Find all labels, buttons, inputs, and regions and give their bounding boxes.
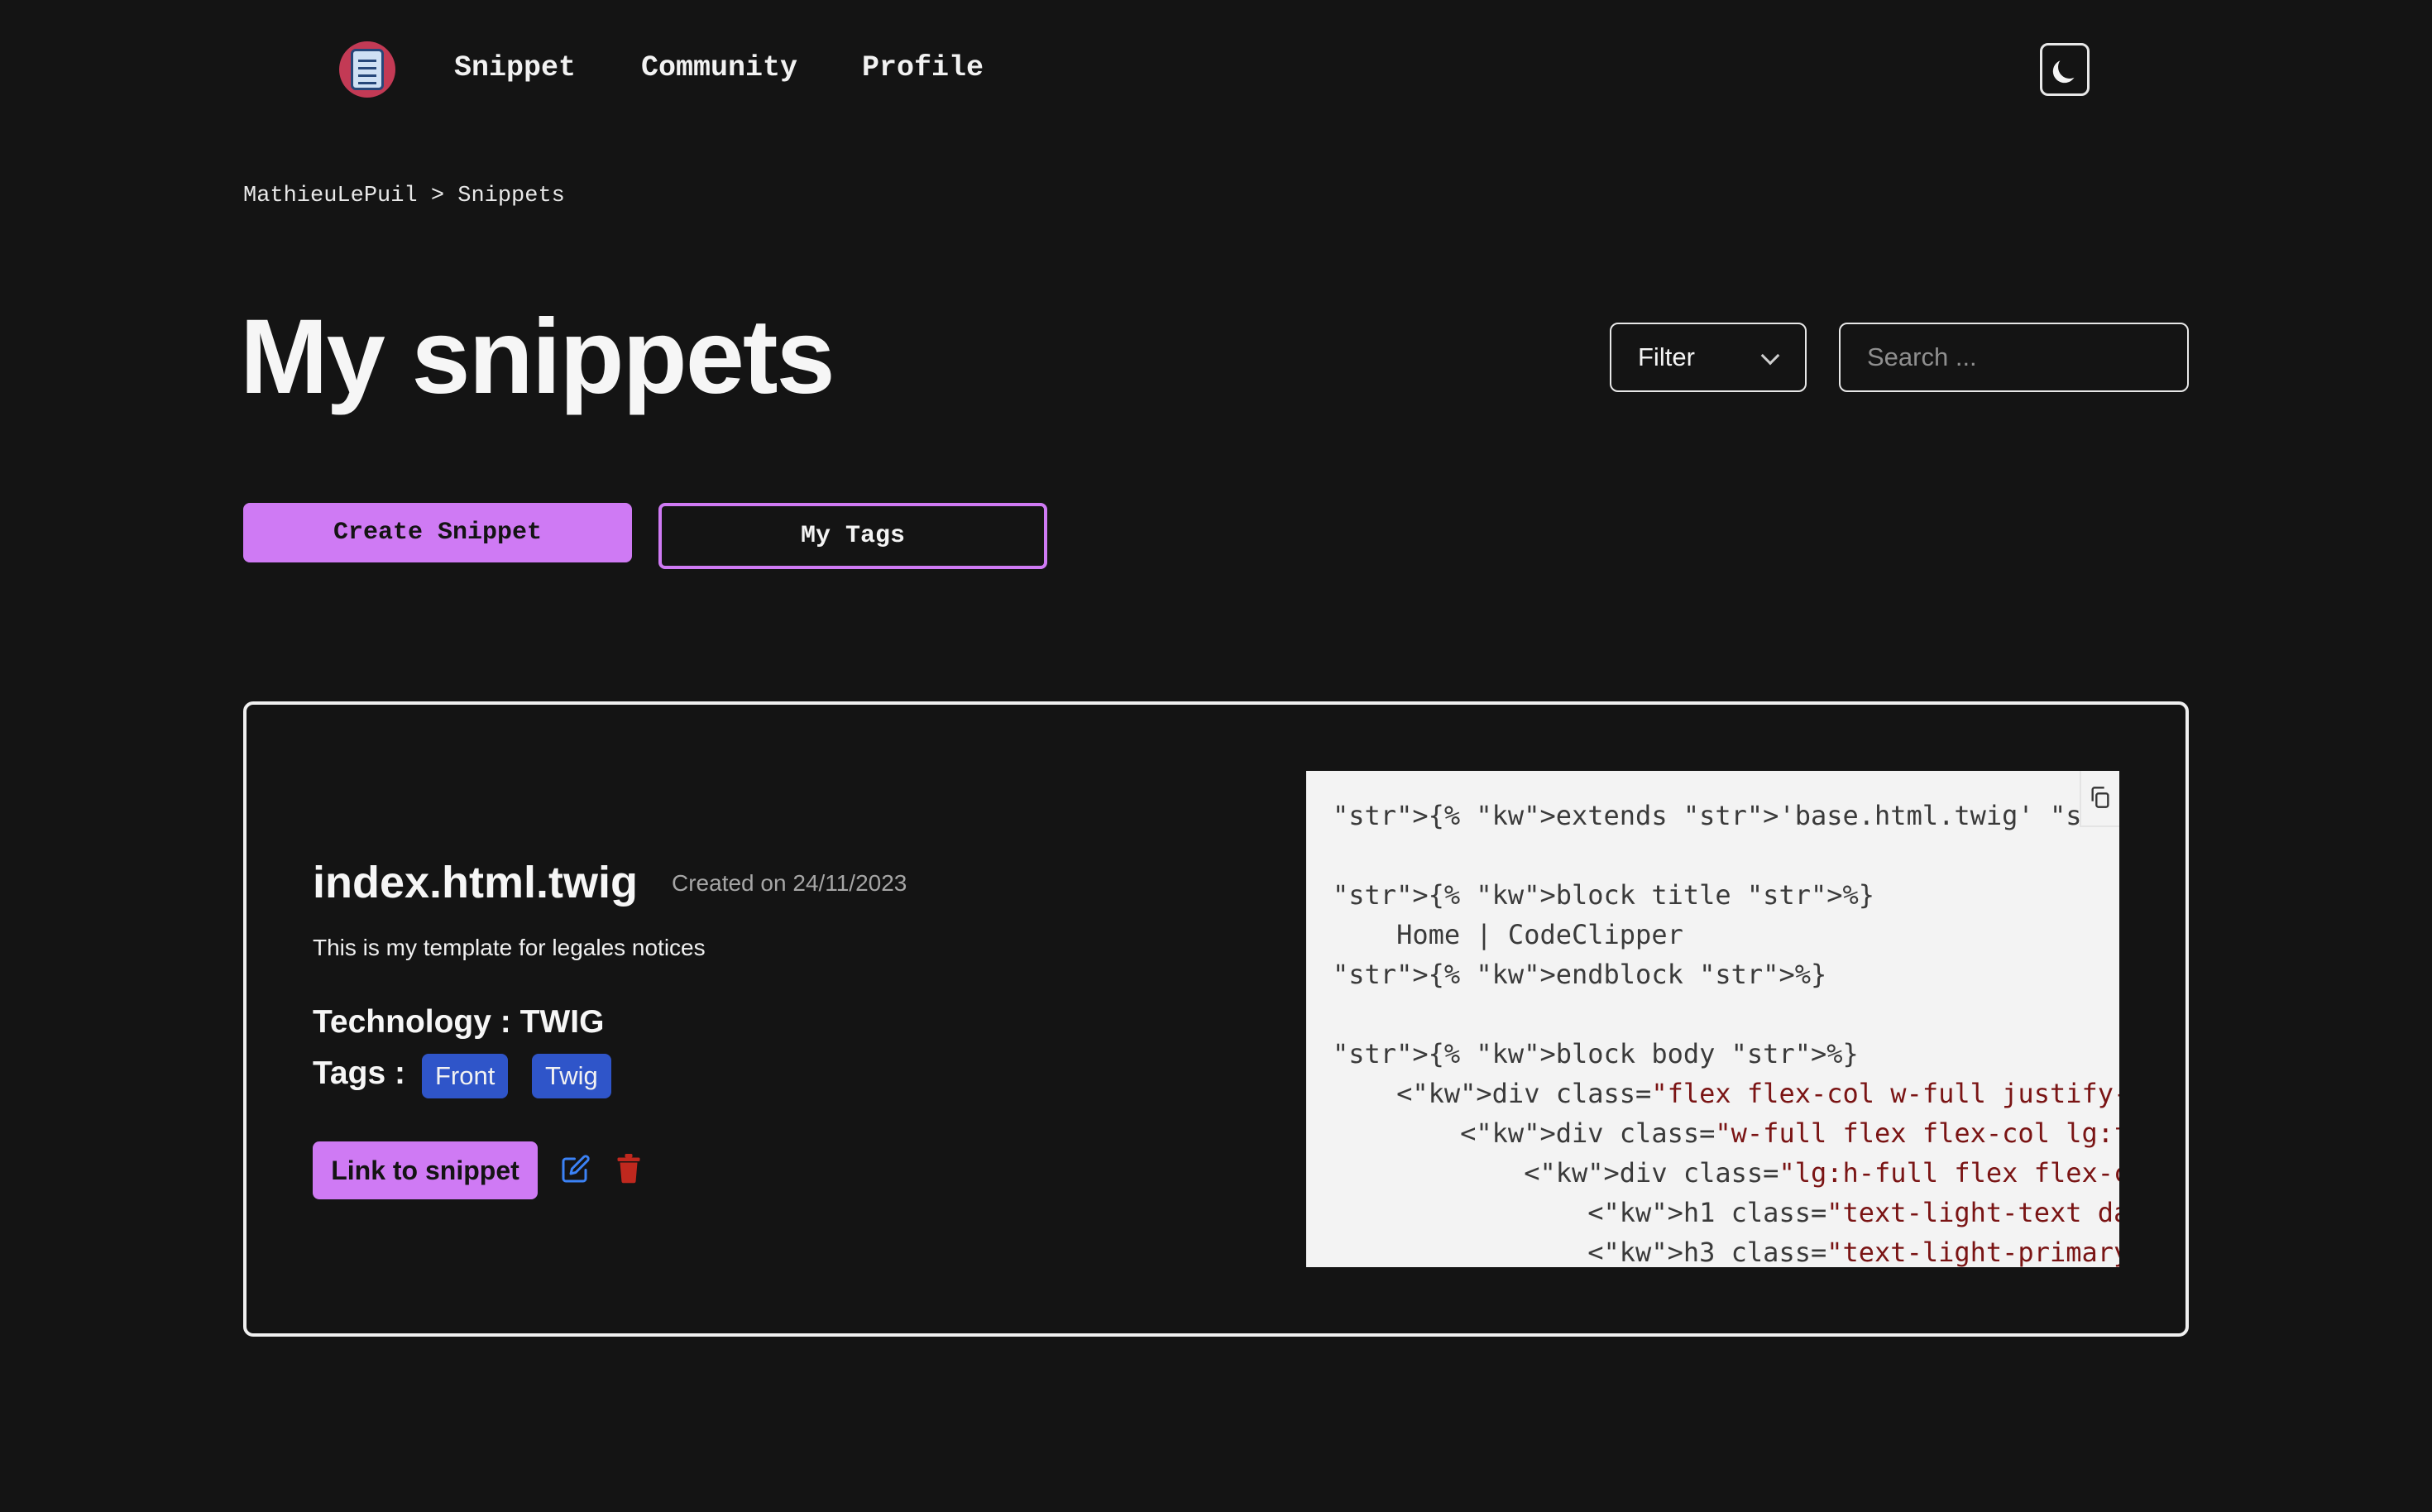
code-line: "str">{% (1333, 1038, 1461, 1069)
nav-link-community[interactable]: Community (641, 51, 797, 84)
code-content: "str">{% "kw">extends "str">'base.html.t… (1333, 800, 2119, 1267)
snippet-technology: Technology : TWIG (313, 1004, 605, 1040)
theme-toggle-button[interactable] (2040, 43, 2090, 96)
filter-select[interactable]: Filter (1610, 323, 1807, 392)
page-title: My snippets (240, 298, 835, 416)
copy-icon (2091, 786, 2109, 808)
app-logo-icon[interactable] (339, 41, 395, 98)
chevron-down-icon (1760, 346, 1780, 366)
tags-label: Tags : (313, 1055, 405, 1091)
top-nav: Snippet Community Profile (0, 0, 2432, 141)
code-line: <"kw">div (1333, 1078, 1540, 1109)
filter-label: Filter (1638, 342, 1695, 371)
snippet-date: Created on 24/11/2023 (672, 870, 907, 896)
search-input[interactable] (1839, 323, 2189, 392)
trash-icon (617, 1153, 640, 1183)
code-line: "str">{% (1333, 959, 1461, 990)
snippet-name: index.html.twig (313, 858, 639, 907)
nav-link-profile[interactable]: Profile (862, 51, 984, 84)
code-line: <"kw">div (1333, 1157, 1668, 1189)
code-line: <"kw">h3 (1333, 1237, 1716, 1267)
code-line: <"kw">h1 (1333, 1197, 1716, 1228)
copy-button[interactable] (2080, 771, 2119, 827)
create-snippet-button[interactable]: Create Snippet (243, 503, 632, 562)
my-tags-button[interactable]: My Tags (658, 503, 1047, 569)
code-line: <"kw">div (1333, 1117, 1604, 1149)
code-preview: "str">{% "kw">extends "str">'base.html.t… (1306, 771, 2119, 1267)
tag-badge-twig[interactable]: Twig (532, 1054, 611, 1098)
breadcrumb: MathieuLePuil > Snippets (243, 184, 565, 208)
moon-icon (2056, 54, 2083, 80)
edit-icon (562, 1154, 590, 1182)
code-line: Home | CodeClipper (1333, 919, 1683, 950)
edit-button[interactable] (559, 1153, 592, 1186)
snippet-description: This is my template for legales notices (313, 935, 706, 960)
delete-button[interactable] (612, 1153, 645, 1186)
nav-link-snippet[interactable]: Snippet (454, 51, 576, 84)
code-line: "str">{% (1333, 800, 1461, 831)
tag-badge-front[interactable]: Front (422, 1054, 509, 1098)
link-to-snippet-button[interactable]: Link to snippet (313, 1141, 538, 1199)
code-line: "str">{% (1333, 879, 1461, 911)
